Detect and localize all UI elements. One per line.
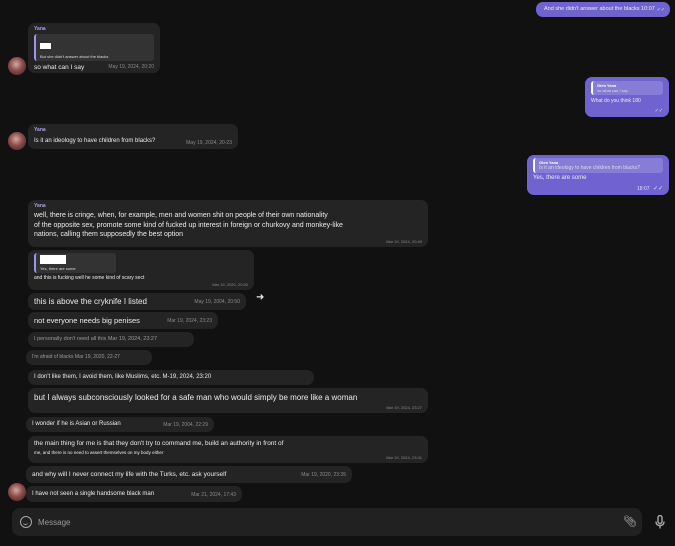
message-text: And she didn't answer about the blacks 1…: [544, 6, 655, 12]
outgoing-message[interactable]: Gleb Yana so what can I say What do you …: [585, 77, 669, 117]
message-line-3: nations, calling them supposedly the bes…: [34, 231, 184, 238]
message-time: Mar 19, 2020, 20:50: [212, 282, 248, 287]
message-text: and why will I never connect my life wit…: [32, 471, 227, 478]
message-time: Mar 19, 2024, 20:49: [386, 239, 422, 244]
outgoing-message[interactable]: Gleb Yana Is it an ideology to have chil…: [527, 155, 669, 195]
incoming-message[interactable]: Yana well, there is cringe, when, for ex…: [28, 200, 428, 247]
emoji-icon[interactable]: [20, 516, 32, 528]
message-line-1: well, there is cringe, when, for example…: [34, 212, 328, 219]
attach-icon[interactable]: 📎︎: [623, 515, 637, 528]
avatar[interactable]: [8, 57, 26, 75]
message-time: Mar 19, 2020, 23:35: [301, 472, 346, 478]
double-check-icon: ✓✓: [652, 186, 663, 192]
message-time: Mar 19, 2024, 23:31: [386, 455, 422, 460]
quote-text: But she didn't answer about the blacks: [40, 54, 109, 59]
avatar[interactable]: [8, 132, 26, 150]
message-text: I don't like them, I avoid them, like Mu…: [34, 374, 212, 380]
message-time: Mar 21, 2024, 17:43: [191, 492, 236, 498]
incoming-message[interactable]: I wonder if he is Asian or Russian Mar 1…: [26, 417, 214, 432]
redacted-block: [40, 255, 66, 264]
incoming-message[interactable]: I'm afraid of blacks Mar 19, 2020, 22-27: [26, 350, 152, 365]
incoming-message[interactable]: this is above the cryknife I listed May …: [28, 293, 246, 310]
time-label: 18:07: [637, 186, 650, 192]
mic-glyph: [655, 515, 665, 529]
message-time: Mar 19, 2004, 22:29: [163, 422, 208, 428]
double-check-icon: ✓✓: [656, 7, 665, 13]
message-time: May 19, 2024, 20:20: [108, 64, 154, 70]
outgoing-message[interactable]: And she didn't answer about the blacks 1…: [536, 2, 670, 17]
message-time: 18:07 ✓✓: [637, 185, 663, 192]
quote-text: so what can I say: [597, 88, 628, 93]
message-line-2: me, and there is no need to assert thems…: [34, 450, 164, 455]
sender-name: Yana: [34, 26, 46, 32]
avatar[interactable]: [8, 483, 26, 501]
message-composer[interactable]: 📎︎: [12, 508, 642, 536]
message-text: I personally don't need all this Mar 19,…: [34, 336, 158, 342]
incoming-message[interactable]: and why will I never connect my life wit…: [26, 466, 352, 483]
quote-text: Yes, there are some: [40, 266, 76, 271]
incoming-message[interactable]: not everyone needs big penises Mar 19, 2…: [28, 312, 218, 329]
sender-name: Yana: [34, 203, 46, 209]
message-time: Mar 19, 2024, 23:23: [167, 318, 212, 324]
redacted-block: [40, 43, 51, 49]
mic-icon[interactable]: [647, 508, 673, 536]
message-text: Yes, there are some: [533, 175, 587, 181]
reply-quote[interactable]: Yes, there are some: [34, 253, 116, 273]
reply-quote[interactable]: Gleb Yana Is it an ideology to have chil…: [533, 158, 663, 173]
sender-name: Yana: [34, 127, 46, 133]
incoming-message[interactable]: but I always subconsciously looked for a…: [28, 388, 428, 413]
message-time: May 19, 2004, 20:50: [194, 299, 240, 305]
chat-area[interactable]: And she didn't answer about the blacks 1…: [0, 0, 675, 506]
incoming-message[interactable]: Yana But she didn't answer about the bla…: [28, 23, 160, 73]
message-line-1: the main thing for me is that they don't…: [34, 440, 284, 447]
message-input[interactable]: [38, 515, 608, 529]
incoming-message[interactable]: I personally don't need all this Mar 19,…: [28, 332, 194, 347]
quote-text: Is it an ideology to have children from …: [539, 165, 641, 171]
incoming-message[interactable]: Yes, there are some and this is fucking …: [28, 250, 254, 290]
incoming-message[interactable]: Yana Is it an ideology to have children …: [28, 124, 238, 149]
message-time: Mar 19, 2024, 23:27: [386, 405, 422, 410]
message-text: but I always subconsciously looked for a…: [34, 393, 358, 402]
forward-icon[interactable]: ➜: [256, 292, 264, 303]
incoming-message[interactable]: I have not seen a single handsome black …: [26, 486, 242, 502]
message-text: I'm afraid of blacks Mar 19, 2020, 22-27: [32, 354, 120, 360]
double-check-icon: ✓✓: [654, 108, 663, 114]
incoming-message[interactable]: I don't like them, I avoid them, like Mu…: [28, 370, 314, 385]
reply-quote[interactable]: But she didn't answer about the blacks: [34, 34, 154, 61]
reply-quote[interactable]: Gleb Yana so what can I say: [591, 81, 663, 95]
incoming-message[interactable]: the main thing for me is that they don't…: [28, 436, 428, 463]
message-line-2: of the opposite sex, promote some kind o…: [34, 222, 343, 229]
message-text: and this is fucking well he some kind of…: [34, 275, 145, 281]
message-text: What do you think 180: [591, 98, 641, 104]
message-time: May 19, 2024, 20-23: [186, 140, 232, 146]
